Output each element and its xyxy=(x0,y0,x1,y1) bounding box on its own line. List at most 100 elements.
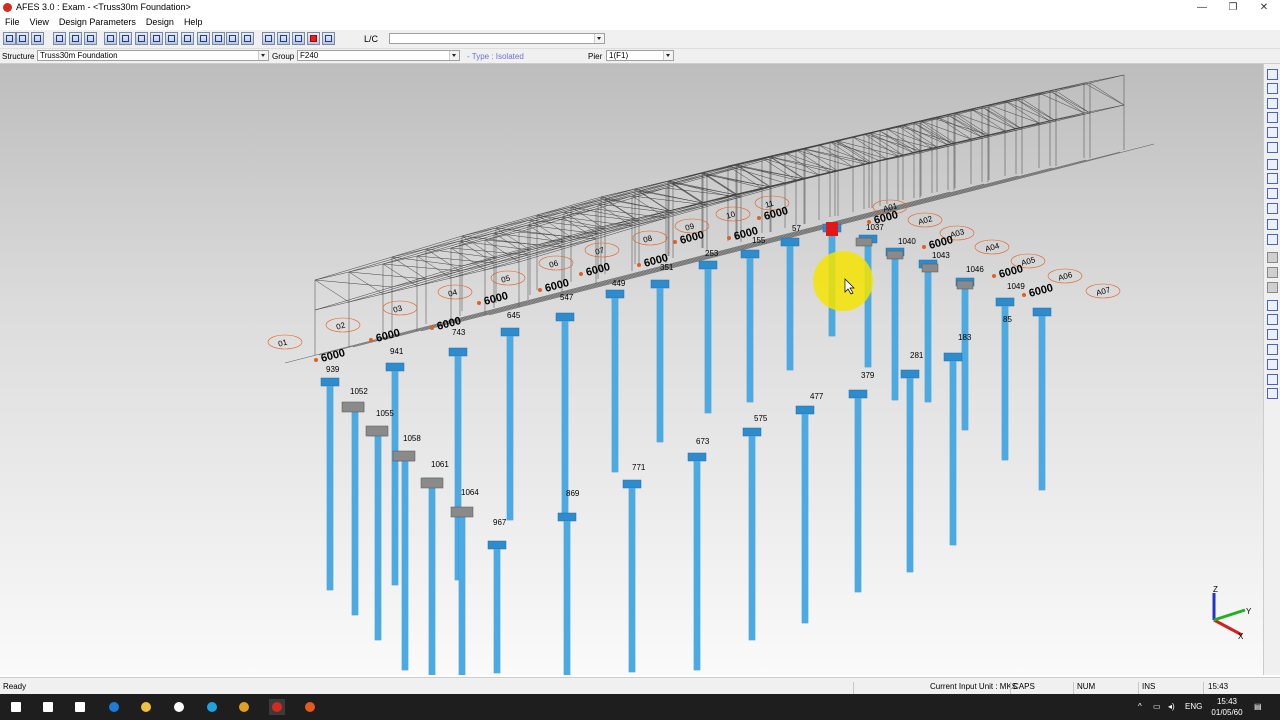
node-icon[interactable] xyxy=(84,32,97,45)
wire-icon[interactable] xyxy=(1267,267,1278,278)
grid-label: 08 xyxy=(642,234,653,245)
frame-icon[interactable] xyxy=(150,32,163,45)
office-icon[interactable] xyxy=(302,699,318,715)
node-label: 281 xyxy=(910,351,924,360)
view-iso-icon[interactable] xyxy=(1267,388,1278,399)
zoom-out-icon[interactable] xyxy=(1267,173,1278,184)
rotate-cw-icon[interactable] xyxy=(1267,127,1278,138)
view-left-icon[interactable] xyxy=(1267,329,1278,340)
render-icon[interactable] xyxy=(262,32,275,45)
search-icon[interactable] xyxy=(40,699,56,715)
status-ready: Ready xyxy=(3,682,27,691)
foundation-model-drawing[interactable]: 0102030405060708091011 A01A02A03A04A05A06… xyxy=(0,64,1263,675)
zoom-fit-icon[interactable] xyxy=(1267,188,1278,199)
rotate-down-icon[interactable] xyxy=(1267,83,1278,94)
axis-triad: Z Y X xyxy=(1212,585,1252,641)
pier-select[interactable]: 1(F1) xyxy=(606,50,674,61)
axis-x-label: X xyxy=(1238,632,1244,641)
dimension-label: 6000 xyxy=(928,234,955,252)
view-back-icon[interactable] xyxy=(1267,314,1278,325)
skype-icon[interactable] xyxy=(204,699,220,715)
pan-icon[interactable] xyxy=(1267,219,1278,230)
node-label: 645 xyxy=(507,311,521,320)
load-case-select[interactable] xyxy=(389,33,605,44)
menu-design-parameters[interactable]: Design Parameters xyxy=(54,15,141,27)
3d-model-viewport[interactable]: 01 02 03 04 05 06 07 08 09 10 11 A01 A02 A03 A04 A05 A06… xyxy=(0,64,1263,675)
delete-icon[interactable] xyxy=(119,32,132,45)
close-button[interactable]: ✕ xyxy=(1249,1,1279,14)
support-icon[interactable] xyxy=(181,32,194,45)
network-icon[interactable]: ▭ xyxy=(1153,702,1161,711)
pile-icon[interactable] xyxy=(197,32,210,45)
open-icon[interactable] xyxy=(16,32,29,45)
status-bar: Ready Current Input Unit : MKS CAPS NUM … xyxy=(0,677,1280,695)
reset-view-icon[interactable] xyxy=(1267,234,1278,245)
notification-icon[interactable]: ▤ xyxy=(1254,702,1262,711)
rotate-ccw-icon[interactable] xyxy=(1267,142,1278,153)
member-icon[interactable] xyxy=(104,32,117,45)
menu-help[interactable]: Help xyxy=(179,15,208,27)
view-right-icon[interactable] xyxy=(1267,344,1278,355)
node-label: 743 xyxy=(452,328,466,337)
view-front-icon[interactable] xyxy=(1267,300,1278,311)
start-icon[interactable] xyxy=(8,699,24,715)
hide-icon[interactable] xyxy=(1267,282,1278,293)
grid-label: A02 xyxy=(917,214,934,227)
save-icon[interactable] xyxy=(31,32,44,45)
structure-value: Truss30m Foundation xyxy=(40,51,118,60)
menu-design[interactable]: Design xyxy=(141,15,179,27)
chrome-icon[interactable] xyxy=(236,699,252,715)
store-icon[interactable] xyxy=(171,699,187,715)
view-icon[interactable] xyxy=(241,32,254,45)
language-indicator[interactable]: ENG xyxy=(1185,702,1202,711)
structure-select[interactable]: Truss30m Foundation xyxy=(37,50,269,61)
node-label: 1061 xyxy=(431,460,449,469)
taskbar-clock[interactable]: 15:43 01/05/60 xyxy=(1208,696,1246,718)
menu-view[interactable]: View xyxy=(25,15,54,27)
group-select[interactable]: F240 xyxy=(297,50,460,61)
dimension-label: 6000 xyxy=(375,327,402,345)
volume-icon[interactable]: ◂) xyxy=(1168,702,1175,711)
report-icon[interactable] xyxy=(292,32,305,45)
node-label: 1055 xyxy=(376,409,394,418)
grid-label: A05 xyxy=(1020,255,1037,268)
afes-icon[interactable] xyxy=(269,699,285,715)
rotate-left-icon[interactable] xyxy=(1267,98,1278,109)
chevron-down-icon[interactable] xyxy=(663,51,673,60)
grid-label: 04 xyxy=(447,288,458,299)
task-view-icon[interactable] xyxy=(72,699,88,715)
chevron-up-icon[interactable]: ^ xyxy=(1138,702,1142,711)
truss-icon[interactable] xyxy=(165,32,178,45)
edge-icon[interactable] xyxy=(106,699,122,715)
piles-group xyxy=(320,222,1052,675)
node-label: 57 xyxy=(792,224,801,233)
flag-icon[interactable] xyxy=(307,32,320,45)
file-explorer-icon[interactable] xyxy=(138,699,154,715)
load-icon[interactable] xyxy=(226,32,239,45)
copy-icon[interactable] xyxy=(53,32,66,45)
afes-app-icon xyxy=(3,3,12,12)
minimize-button[interactable]: — xyxy=(1187,1,1217,14)
zoom-window-icon[interactable] xyxy=(1267,203,1278,214)
view-top-icon[interactable] xyxy=(1267,359,1278,370)
rotate-right-icon[interactable] xyxy=(1267,112,1278,123)
new-icon[interactable] xyxy=(3,32,16,45)
rotate-up-icon[interactable] xyxy=(1267,69,1278,80)
node-label: 1043 xyxy=(932,251,950,260)
shade-icon[interactable] xyxy=(1267,252,1278,263)
view-bottom-icon[interactable] xyxy=(1267,374,1278,385)
grid-icon[interactable] xyxy=(69,32,82,45)
table-icon[interactable] xyxy=(135,32,148,45)
chevron-down-icon[interactable] xyxy=(594,34,604,43)
menu-file[interactable]: File xyxy=(0,15,25,27)
cursor-highlight xyxy=(813,251,873,311)
chevron-down-icon[interactable] xyxy=(449,51,459,60)
clock-date: 01/05/60 xyxy=(1211,708,1243,717)
maximize-button[interactable]: ❐ xyxy=(1218,1,1248,14)
zoom-in-icon[interactable] xyxy=(1267,159,1278,170)
export-icon[interactable] xyxy=(277,32,290,45)
chevron-down-icon[interactable] xyxy=(258,51,268,60)
node-label: 941 xyxy=(390,347,404,356)
back-icon[interactable] xyxy=(322,32,335,45)
lock-icon[interactable] xyxy=(212,32,225,45)
